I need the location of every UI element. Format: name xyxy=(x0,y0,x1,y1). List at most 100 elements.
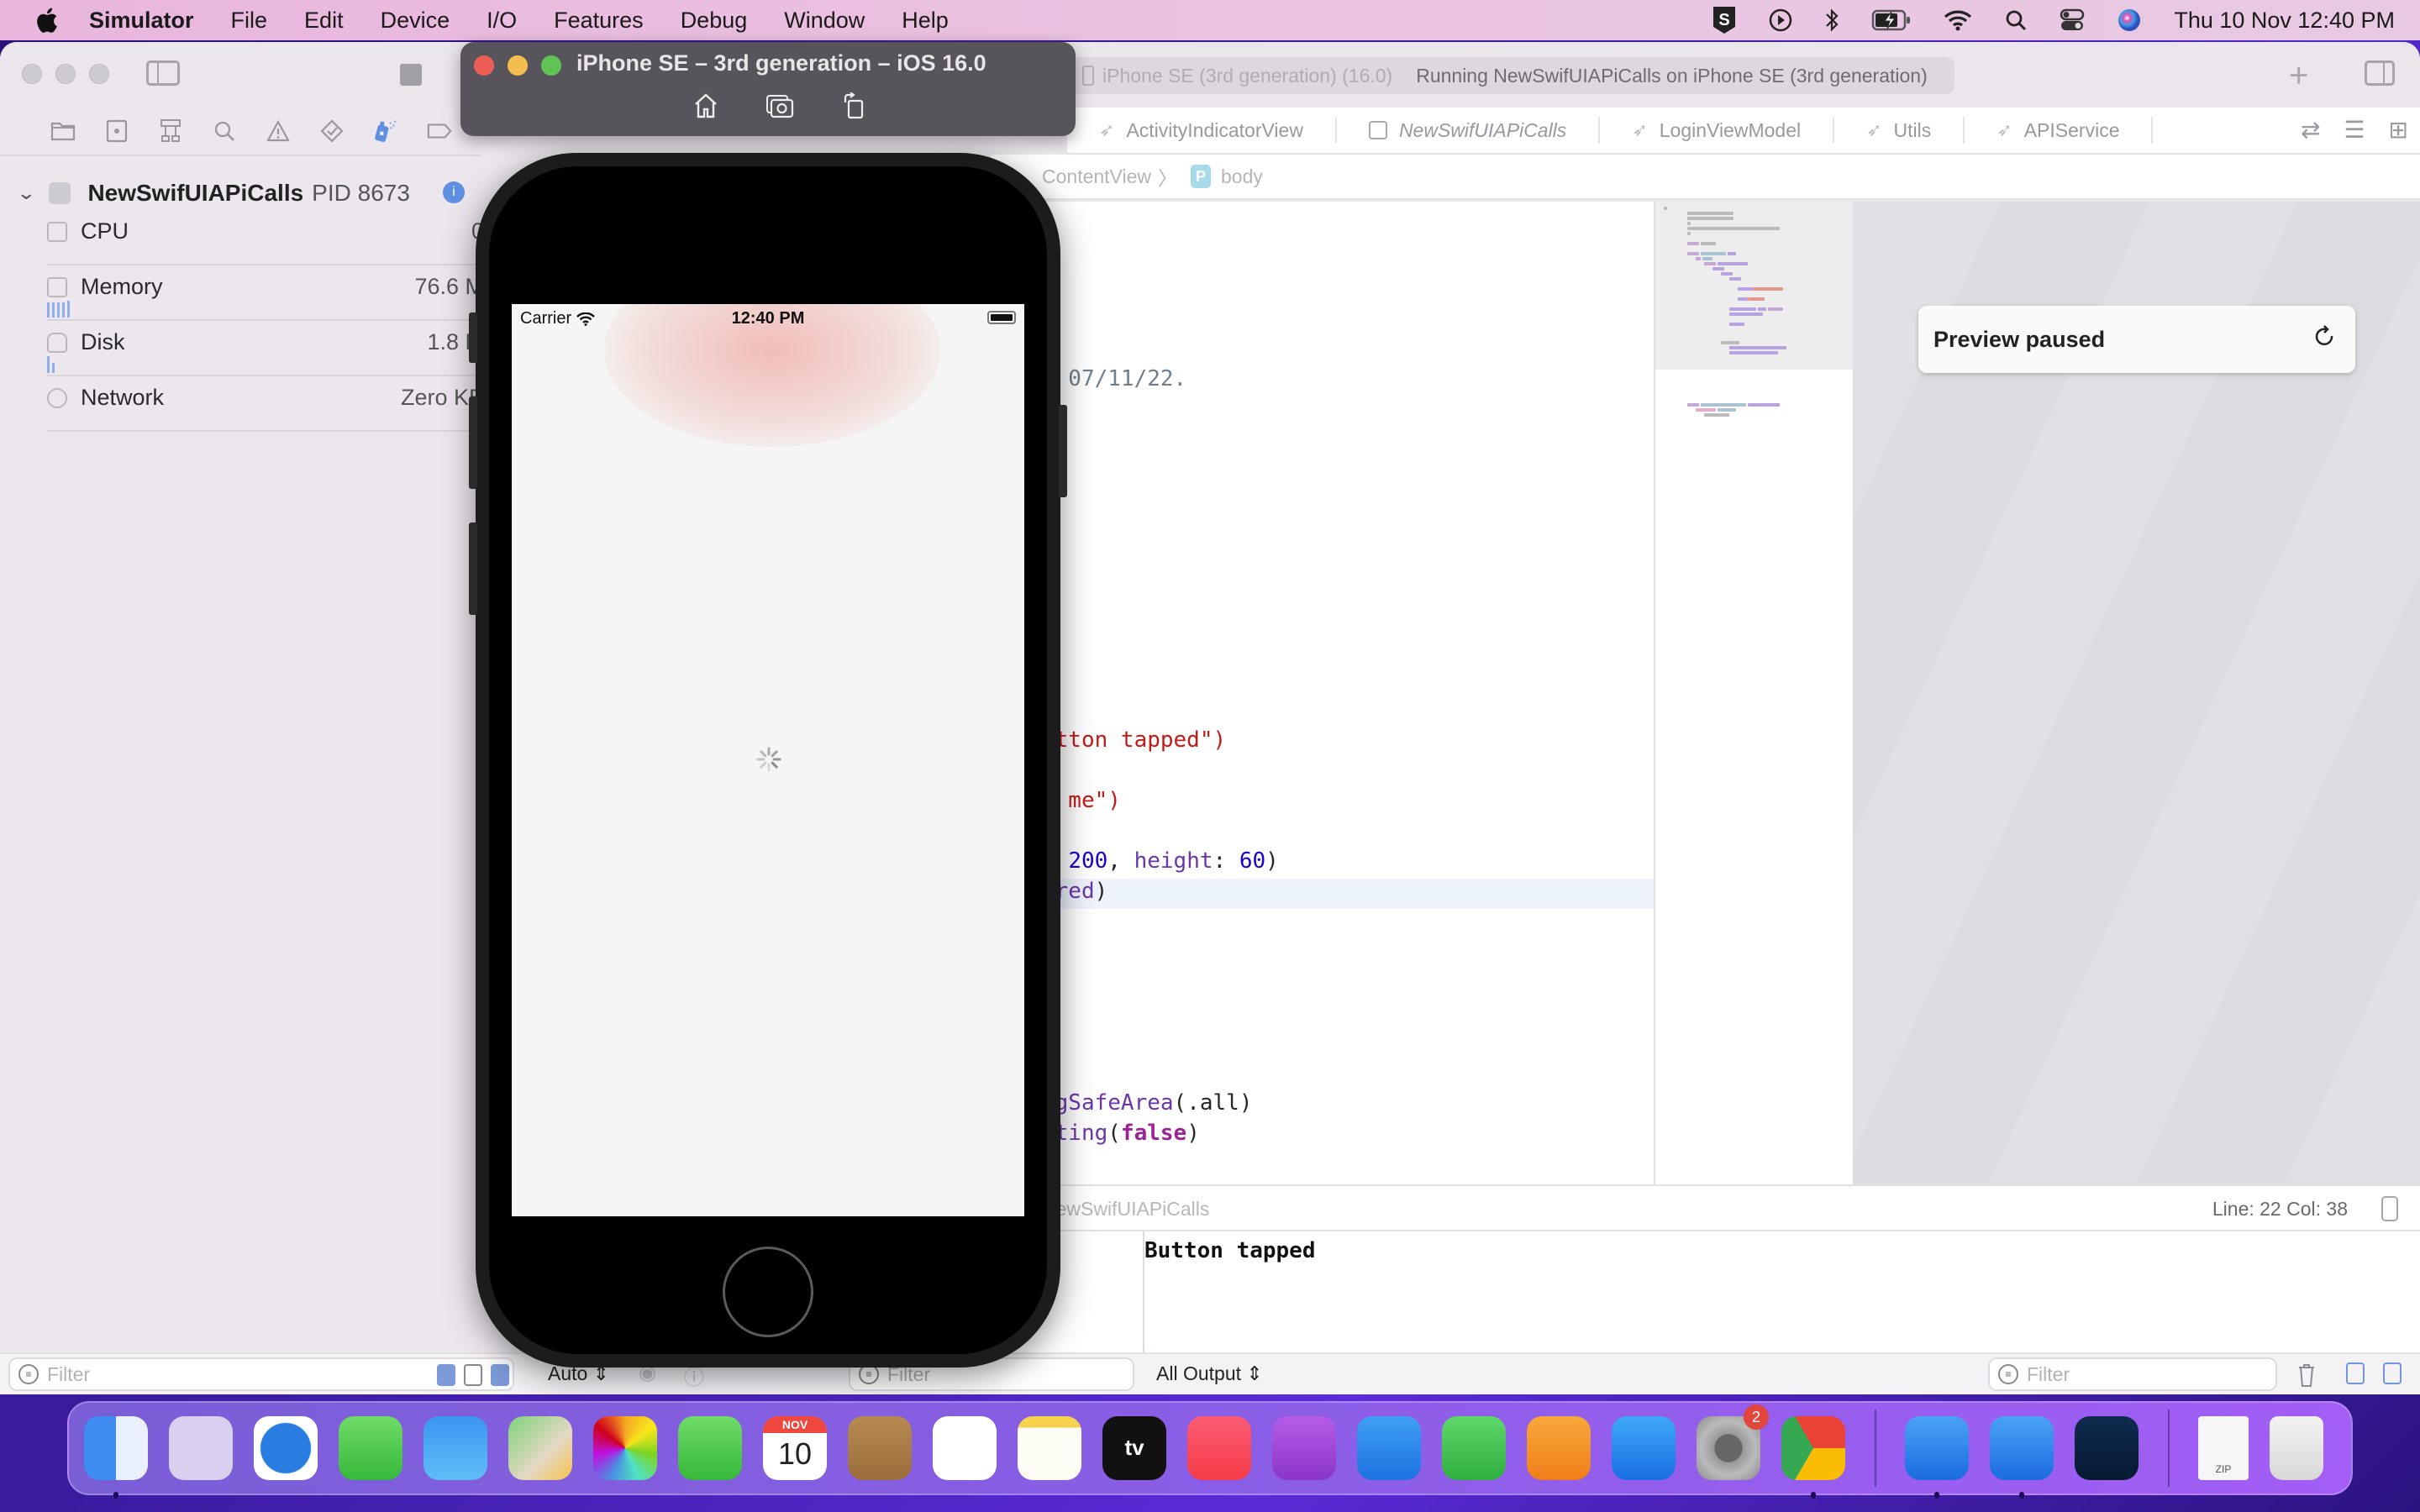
minimap[interactable] xyxy=(1654,202,1854,1221)
screenshot-camera-icon[interactable] xyxy=(765,91,795,121)
hierarchy-option-icon[interactable] xyxy=(464,1364,482,1386)
inspector-toggle-icon[interactable] xyxy=(2365,60,2395,86)
home-button[interactable] xyxy=(723,1247,813,1337)
gauge-cpu[interactable]: CPU 0 xyxy=(47,210,484,265)
close-button[interactable] xyxy=(22,64,42,84)
tab-newswifuiapicalls[interactable]: NewSwifUIAPiCalls xyxy=(1337,117,1601,144)
dock-simulator[interactable] xyxy=(1990,1416,2054,1499)
battery-charging-icon[interactable] xyxy=(1871,9,1912,31)
add-editor-icon[interactable]: ⊞ xyxy=(2389,116,2408,144)
dock-podcasts[interactable] xyxy=(1272,1416,1336,1480)
zoom-button[interactable] xyxy=(541,55,561,76)
show-console-toggle-icon[interactable] xyxy=(2383,1362,2402,1384)
run-destination[interactable]: iPhone SE (3rd generation) (16.0) xyxy=(1082,65,1392,87)
control-center-icon[interactable] xyxy=(2060,8,2085,33)
wifi-icon[interactable] xyxy=(1944,9,1972,31)
tab-loginviewmodel[interactable]: ➶ LoginViewModel xyxy=(1600,117,1835,144)
console-filter-input[interactable]: ≡ Filter xyxy=(1988,1357,2277,1391)
volume-down-button[interactable] xyxy=(469,522,477,615)
debug-area-toggle-icon[interactable] xyxy=(2381,1196,2398,1221)
dock-facetime[interactable] xyxy=(678,1416,742,1480)
menu-file[interactable]: File xyxy=(231,8,268,34)
play-circle-icon[interactable] xyxy=(1769,8,1792,32)
minimize-button[interactable] xyxy=(55,64,76,84)
gauge-disk[interactable]: Disk 1.8 M xyxy=(47,321,484,376)
rotate-device-icon[interactable] xyxy=(839,91,869,121)
menu-features[interactable]: Features xyxy=(554,8,644,34)
threads-option-icon[interactable] xyxy=(491,1364,509,1386)
bluetooth-icon[interactable] xyxy=(1824,8,1839,33)
show-variables-toggle-icon[interactable] xyxy=(2346,1362,2365,1384)
menu-io[interactable]: I/O xyxy=(487,8,517,34)
related-items-icon[interactable]: ⇄ xyxy=(2301,116,2320,144)
output-selector[interactable]: All Output ⇕ xyxy=(1156,1362,1263,1385)
gauge-network[interactable]: Network Zero KB xyxy=(47,376,484,432)
home-icon[interactable] xyxy=(691,91,721,121)
dock-mail[interactable] xyxy=(424,1416,487,1480)
dock-reminders[interactable] xyxy=(933,1416,997,1480)
apple-menu-icon[interactable] xyxy=(34,6,59,34)
dock-finder[interactable] xyxy=(84,1416,148,1499)
breakpoint-icon[interactable] xyxy=(427,118,452,144)
stop-icon[interactable] xyxy=(400,64,422,86)
s-shield-icon[interactable]: S xyxy=(1712,5,1737,35)
process-row[interactable]: ⌄ NewSwifUIAPiCalls PID 8673 i xyxy=(16,180,465,207)
spotlight-search-icon[interactable] xyxy=(2004,8,2028,32)
editor-options-icon[interactable]: ☰ xyxy=(2344,116,2365,144)
jump-bar-parent[interactable]: ContentView xyxy=(1042,165,1151,188)
symbol-hierarchy-icon[interactable] xyxy=(158,118,183,144)
source-editor[interactable]: n 07/11/22. utton tapped") p me") : 200,… xyxy=(992,202,1654,1221)
folder-icon[interactable] xyxy=(50,118,76,144)
dock-launchpad[interactable] xyxy=(169,1416,233,1480)
iphone-screen[interactable]: Carrier 12:40 PM xyxy=(512,304,1024,1216)
volume-up-button[interactable] xyxy=(469,396,477,489)
tab-activityindicatorview[interactable]: ➶ ActivityIndicatorView xyxy=(1067,117,1337,144)
dock-safari[interactable] xyxy=(254,1416,318,1480)
dock-messages[interactable] xyxy=(339,1416,402,1480)
disclosure-chevron-icon[interactable]: ⌄ xyxy=(16,182,36,204)
navigator-toggle-icon[interactable] xyxy=(146,60,180,86)
refresh-icon[interactable] xyxy=(2313,324,2337,353)
menu-app-simulator[interactable]: Simulator xyxy=(89,8,194,34)
dock-maps[interactable] xyxy=(508,1416,572,1480)
siri-icon[interactable] xyxy=(2117,8,2142,33)
menu-device[interactable]: Device xyxy=(381,8,450,34)
gauge-memory[interactable]: Memory 76.6 M xyxy=(47,265,484,321)
menu-help[interactable]: Help xyxy=(902,8,949,34)
dock-keynote[interactable] xyxy=(1357,1416,1421,1480)
info-gauge-icon[interactable]: i xyxy=(443,181,465,203)
power-button[interactable] xyxy=(1059,405,1067,497)
tab-utils[interactable]: ➶ Utils xyxy=(1834,117,1965,144)
dock-instruments[interactable] xyxy=(2075,1416,2139,1480)
dock-system-preferences[interactable]: 2 xyxy=(1697,1404,1769,1480)
dock-calendar[interactable]: NOV 10 xyxy=(763,1416,827,1480)
dock-photos[interactable] xyxy=(593,1416,657,1480)
add-library-icon[interactable]: + xyxy=(2289,57,2308,95)
test-diamond-icon[interactable] xyxy=(319,118,345,144)
dock-music[interactable] xyxy=(1187,1416,1251,1480)
menu-debug[interactable]: Debug xyxy=(681,8,748,34)
jump-bar-symbol[interactable]: body xyxy=(1221,165,1263,188)
dock-google-chrome[interactable] xyxy=(1781,1416,1845,1499)
tab-apiservice[interactable]: ➶ APIService xyxy=(1965,117,2154,144)
close-button[interactable] xyxy=(474,55,494,76)
dock-trash[interactable] xyxy=(2270,1416,2323,1480)
dock-archive-zip[interactable]: ZIP xyxy=(2198,1416,2249,1480)
menu-edit[interactable]: Edit xyxy=(304,8,344,34)
minimize-button[interactable] xyxy=(508,55,528,76)
dock-apple-tv[interactable]: tv xyxy=(1102,1416,1166,1480)
source-control-icon[interactable] xyxy=(104,118,129,144)
trash-icon[interactable] xyxy=(2297,1362,2316,1388)
mute-switch[interactable] xyxy=(469,312,477,363)
dock-numbers[interactable] xyxy=(1442,1416,1506,1480)
dock-app-store[interactable] xyxy=(1612,1416,1676,1480)
menu-window[interactable]: Window xyxy=(784,8,865,34)
zoom-button[interactable] xyxy=(89,64,109,84)
menu-clock[interactable]: Thu 10 Nov 12:40 PM xyxy=(2174,8,2395,34)
issue-warning-icon[interactable] xyxy=(266,118,291,144)
filter-option-icon[interactable] xyxy=(437,1364,455,1386)
dock-notes[interactable] xyxy=(1018,1416,1081,1480)
dock-pages[interactable] xyxy=(1527,1416,1591,1480)
dock-contacts[interactable] xyxy=(848,1416,912,1480)
dock-xcode[interactable] xyxy=(1905,1416,1969,1499)
